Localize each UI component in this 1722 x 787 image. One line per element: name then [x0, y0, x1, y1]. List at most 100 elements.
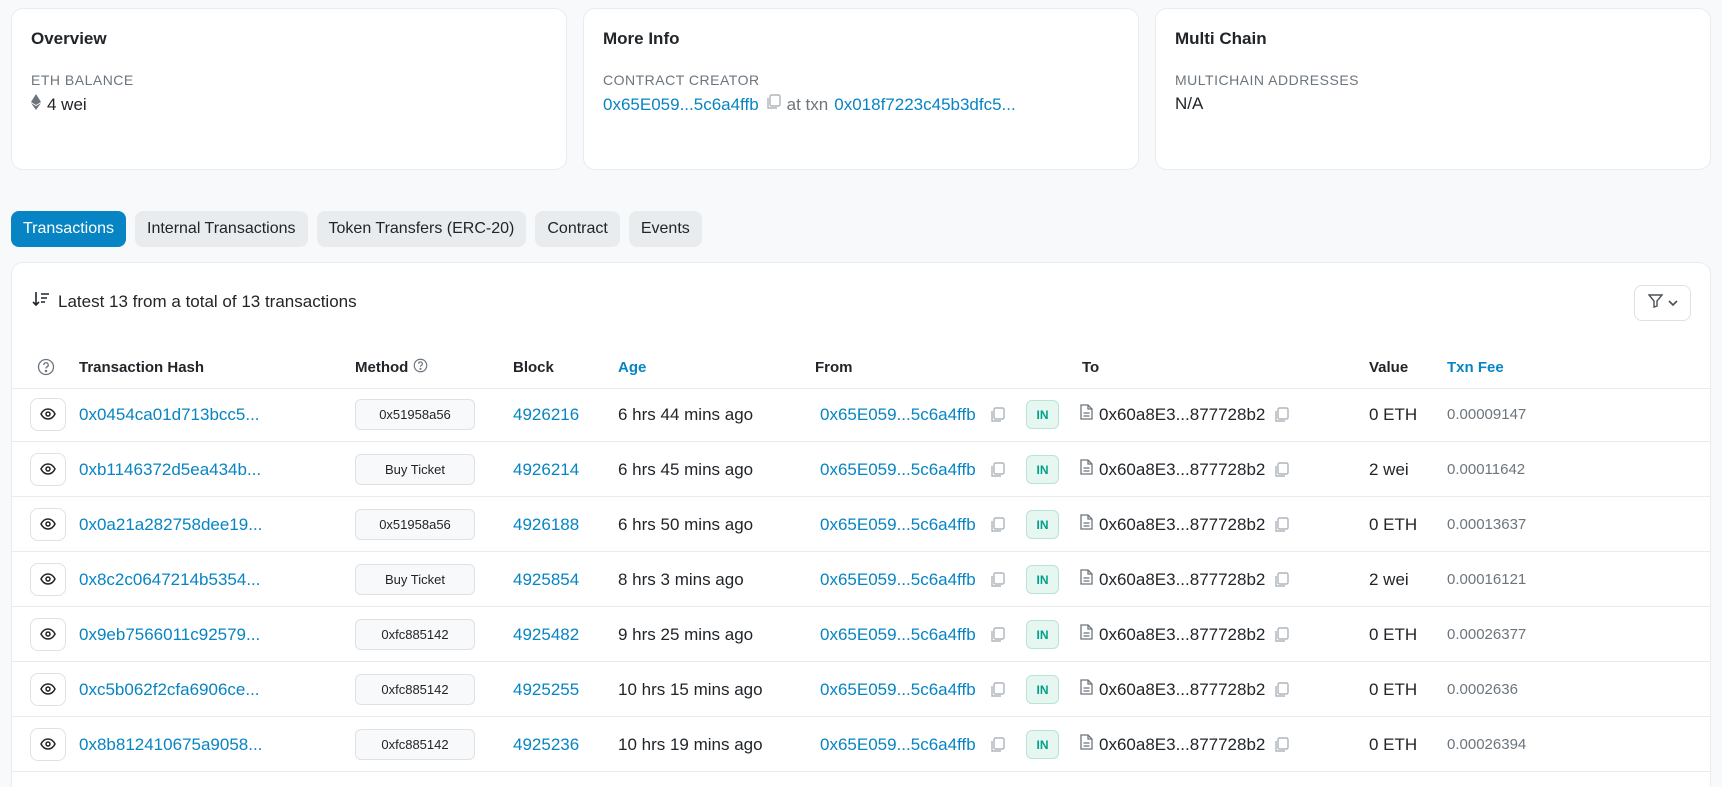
- view-details-button[interactable]: [30, 563, 66, 596]
- to-address: 0x60a8E3...877728b2: [1080, 662, 1265, 717]
- value-text: 0 ETH: [1369, 679, 1418, 699]
- copy-icon[interactable]: [989, 497, 1005, 552]
- copy-icon[interactable]: [1273, 387, 1289, 442]
- tab-contract[interactable]: Contract: [535, 211, 620, 247]
- view-details-button[interactable]: [30, 453, 66, 486]
- block-link[interactable]: 4926188: [513, 497, 579, 552]
- copy-icon[interactable]: [1273, 442, 1289, 497]
- value-text: 0 ETH: [1369, 404, 1418, 424]
- method-badge: Buy Ticket: [355, 454, 475, 485]
- from-address-link[interactable]: 0x65E059...5c6a4ffb: [820, 387, 976, 442]
- from-address-link[interactable]: 0x65E059...5c6a4ffb: [820, 607, 976, 662]
- contract-icon: [1080, 679, 1093, 700]
- from-address-link[interactable]: 0x65E059...5c6a4ffb: [820, 717, 976, 772]
- from-address-link[interactable]: 0x65E059...5c6a4ffb: [820, 497, 976, 552]
- age-text: 6 hrs 50 mins ago: [618, 514, 754, 534]
- to-address-text[interactable]: 0x60a8E3...877728b2: [1099, 460, 1265, 480]
- txn-hash-link[interactable]: 0xb1146372d5ea434b...: [79, 442, 261, 497]
- creator-txn-link[interactable]: 0x018f7223c45b3dfc5...: [834, 95, 1015, 115]
- copy-icon[interactable]: [765, 94, 781, 115]
- eth-balance: 4 wei: [31, 94, 547, 115]
- multichain-label: MULTICHAIN ADDRESSES: [1175, 72, 1359, 88]
- contract-creator-label: CONTRACT CREATOR: [603, 72, 760, 88]
- table-row: 0x0454ca01d713bcc5... 0x51958a56 4926216 6 …: [12, 387, 1710, 442]
- table-row: 0xb1146372d5ea434b... Buy Ticket 4926214 6 …: [12, 442, 1710, 497]
- to-address: 0x60a8E3...877728b2: [1080, 497, 1265, 552]
- copy-icon[interactable]: [989, 717, 1005, 772]
- view-details-button[interactable]: [30, 508, 66, 541]
- col-age[interactable]: Age: [618, 345, 646, 389]
- to-address: 0x60a8E3...877728b2: [1080, 607, 1265, 662]
- to-address-text[interactable]: 0x60a8E3...877728b2: [1099, 625, 1265, 645]
- copy-icon[interactable]: [989, 387, 1005, 442]
- multi-chain-card: Multi Chain MULTICHAIN ADDRESSES N/A: [1155, 8, 1711, 170]
- method-badge: Buy Ticket: [355, 564, 475, 595]
- creator-address-link[interactable]: 0x65E059...5c6a4ffb: [603, 95, 759, 115]
- value-text: 2 wei: [1369, 569, 1409, 589]
- view-details-button[interactable]: [30, 728, 66, 761]
- to-address: 0x60a8E3...877728b2: [1080, 717, 1265, 772]
- to-address-text[interactable]: 0x60a8E3...877728b2: [1099, 570, 1265, 590]
- from-address-link[interactable]: 0x65E059...5c6a4ffb: [820, 552, 976, 607]
- tab-events[interactable]: Events: [628, 211, 702, 247]
- direction-badge: IN: [1026, 565, 1059, 594]
- sort-icon: [32, 291, 50, 312]
- block-link[interactable]: 4925482: [513, 607, 579, 662]
- txn-fee-text: 0.00026377: [1447, 626, 1527, 643]
- contract-icon: [1080, 569, 1093, 590]
- tab-transactions[interactable]: Transactions: [11, 211, 126, 247]
- txn-hash-link[interactable]: 0x9eb7566011c92579...: [79, 607, 260, 662]
- copy-icon[interactable]: [989, 662, 1005, 717]
- copy-icon[interactable]: [1273, 662, 1289, 717]
- table-row: 0x0a21a282758dee19... 0x51958a56 4926188 6 …: [12, 497, 1710, 552]
- copy-icon[interactable]: [989, 607, 1005, 662]
- copy-icon[interactable]: [1273, 497, 1289, 552]
- overview-title: Overview: [31, 29, 107, 48]
- copy-icon[interactable]: [1273, 717, 1289, 772]
- txn-hash-link[interactable]: 0x8c2c0647214b5354...: [79, 552, 261, 607]
- block-link[interactable]: 4926214: [513, 442, 579, 497]
- copy-icon[interactable]: [989, 442, 1005, 497]
- from-address-link[interactable]: 0x65E059...5c6a4ffb: [820, 442, 976, 497]
- contract-icon: [1080, 514, 1093, 535]
- col-to: To: [1082, 358, 1100, 376]
- txn-hash-link[interactable]: 0x0454ca01d713bcc5...: [79, 387, 260, 442]
- to-address-text[interactable]: 0x60a8E3...877728b2: [1099, 515, 1265, 535]
- block-link[interactable]: 4926216: [513, 387, 579, 442]
- col-value: Value: [1369, 358, 1409, 376]
- copy-icon[interactable]: [1273, 552, 1289, 607]
- help-icon[interactable]: [37, 345, 55, 389]
- view-details-button[interactable]: [30, 673, 66, 706]
- view-details-button[interactable]: [30, 618, 66, 651]
- info-icon[interactable]: [413, 358, 428, 377]
- chevron-down-icon: [1667, 294, 1678, 312]
- age-text: 6 hrs 44 mins ago: [618, 404, 754, 424]
- block-link[interactable]: 4925255: [513, 662, 579, 717]
- age-text: 6 hrs 45 mins ago: [618, 459, 754, 479]
- age-text: 9 hrs 25 mins ago: [618, 624, 754, 644]
- from-address-link[interactable]: 0x65E059...5c6a4ffb: [820, 662, 976, 717]
- filter-button[interactable]: [1634, 285, 1691, 321]
- table-row: 0xc5b062f2cfa6906ce... 0xfc885142 4925255 1…: [12, 662, 1710, 717]
- to-address-text[interactable]: 0x60a8E3...877728b2: [1099, 680, 1265, 700]
- copy-icon[interactable]: [1273, 607, 1289, 662]
- tab-internal-transactions[interactable]: Internal Transactions: [135, 211, 308, 247]
- age-text: 8 hrs 3 mins ago: [618, 569, 744, 589]
- table-row: 0x8c2c0647214b5354... Buy Ticket 4925854 8 …: [12, 552, 1710, 607]
- col-from: From: [815, 358, 853, 376]
- block-link[interactable]: 4925236: [513, 717, 579, 772]
- block-link[interactable]: 4925854: [513, 552, 579, 607]
- col-txn-fee[interactable]: Txn Fee: [1447, 345, 1504, 389]
- to-address-text[interactable]: 0x60a8E3...877728b2: [1099, 405, 1265, 425]
- txn-hash-link[interactable]: 0xc5b062f2cfa6906ce...: [79, 662, 260, 717]
- txn-hash-link[interactable]: 0x0a21a282758dee19...: [79, 497, 262, 552]
- view-details-button[interactable]: [30, 398, 66, 431]
- tab-token-transfers[interactable]: Token Transfers (ERC-20): [316, 211, 527, 247]
- table-header: Transaction Hash Method Block Age From T…: [12, 345, 1710, 389]
- to-address-text[interactable]: 0x60a8E3...877728b2: [1099, 735, 1265, 755]
- copy-icon[interactable]: [989, 552, 1005, 607]
- txn-hash-link[interactable]: 0x8b812410675a9058...: [79, 717, 262, 772]
- more-info-card: More Info CONTRACT CREATOR 0x65E059...5c…: [583, 8, 1139, 170]
- direction-badge: IN: [1026, 675, 1059, 704]
- eye-icon: [40, 515, 56, 535]
